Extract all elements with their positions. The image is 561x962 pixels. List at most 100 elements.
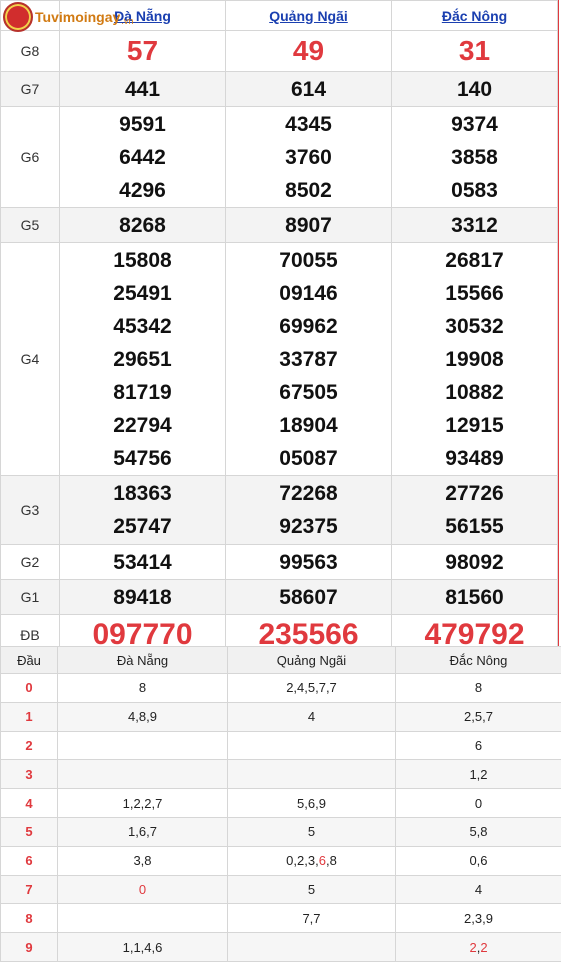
loto-highlight-digit: 6	[319, 853, 326, 868]
loto-head-digit: 1	[1, 702, 58, 731]
loto-cell: 2,5,7	[396, 702, 561, 731]
prize-number: 05087	[226, 442, 391, 475]
prize-cell: 8907	[226, 208, 392, 243]
prize-number: 70055	[226, 244, 391, 277]
prize-cell: 8268	[60, 208, 226, 243]
loto-cell: 0,2,3,6,8	[228, 846, 396, 875]
loto-cell	[58, 904, 228, 933]
loto-row: 082,4,5,7,78	[1, 674, 561, 703]
prize-number: 98092	[392, 546, 557, 579]
loto-head-digit: 8	[1, 904, 58, 933]
prize-number: 15808	[60, 244, 225, 277]
loto-cell	[58, 731, 228, 760]
loto-cell: 0,6	[396, 846, 561, 875]
prize-cell: 15808254914534229651817192279454756	[60, 243, 226, 476]
prize-cell: 1836325747	[60, 476, 226, 545]
loto-cell: 0	[396, 789, 561, 818]
results-panel: Đà Nẵng Quảng Ngãi Đắc Nông G8574931G744…	[0, 0, 559, 656]
loto-header-row: Đầu Đà Nẵng Quảng Ngãi Đắc Nông	[1, 647, 561, 674]
prize-number: 67505	[226, 376, 391, 409]
province-link-1[interactable]: Quảng Ngãi	[269, 8, 348, 24]
prize-cell: 26817155663053219908108821291593489	[392, 243, 558, 476]
prize-cell: 959164424296	[60, 107, 226, 208]
prize-cell: 140	[392, 72, 558, 107]
prize-number: 18363	[60, 477, 225, 510]
prize-row: G415808254914534229651817192279454756700…	[1, 243, 558, 476]
prize-number: 3312	[392, 209, 557, 242]
loto-head-digit: 9	[1, 933, 58, 962]
prize-number: 58607	[226, 581, 391, 614]
loto-cell: 5	[228, 875, 396, 904]
prize-number: 09146	[226, 277, 391, 310]
prize-cell: 99563	[226, 545, 392, 580]
loto-head-digit: 7	[1, 875, 58, 904]
prize-number: 6442	[60, 141, 225, 174]
prize-number: 3760	[226, 141, 391, 174]
prize-cell: 31	[392, 31, 558, 72]
prize-number: 140	[392, 73, 557, 106]
prize-number: 4296	[60, 174, 225, 207]
logo-badge-icon	[3, 2, 33, 32]
prize-number: 72268	[226, 477, 391, 510]
prize-number: 3858	[392, 141, 557, 174]
loto-cell: 5,6,9	[228, 789, 396, 818]
prize-number: 29651	[60, 343, 225, 376]
loto-row: 14,8,942,5,7	[1, 702, 561, 731]
loto-header: Quảng Ngãi	[228, 647, 396, 674]
loto-cell: 8	[58, 674, 228, 703]
province-link-2[interactable]: Đắc Nông	[442, 8, 507, 24]
prize-number: 12915	[392, 409, 557, 442]
prize-number: 8502	[226, 174, 391, 207]
prize-label: G3	[1, 476, 60, 545]
site-logo[interactable]: Tuvimoingay .vn	[3, 2, 133, 32]
loto-cell: 0	[58, 875, 228, 904]
loto-highlight-digit: 0	[139, 882, 146, 897]
loto-row: 51,6,755,8	[1, 817, 561, 846]
province-header[interactable]: Quảng Ngãi	[226, 1, 392, 31]
prize-number: 89418	[60, 581, 225, 614]
loto-cell: 2,2	[396, 933, 561, 962]
prize-cell: 98092	[392, 545, 558, 580]
prize-number: 27726	[392, 477, 557, 510]
prize-row: G8574931	[1, 31, 558, 72]
loto-head-digit: 0	[1, 674, 58, 703]
prize-cell: 49	[226, 31, 392, 72]
loto-cell	[58, 760, 228, 789]
loto-cell: 3,8	[58, 846, 228, 875]
prize-number: 18904	[226, 409, 391, 442]
prize-number: 81719	[60, 376, 225, 409]
prize-row: G5826889073312	[1, 208, 558, 243]
prize-label: G7	[1, 72, 60, 107]
loto-header: Đắc Nông	[396, 647, 561, 674]
loto-table: Đầu Đà Nẵng Quảng Ngãi Đắc Nông 082,4,5,…	[0, 646, 561, 962]
loto-cell	[228, 760, 396, 789]
prize-label: G6	[1, 107, 60, 208]
prize-cell: 53414	[60, 545, 226, 580]
loto-panel: Đầu Đà Nẵng Quảng Ngãi Đắc Nông 082,4,5,…	[0, 646, 561, 962]
prize-number: 4345	[226, 108, 391, 141]
prize-row: G3183632574772268923752772656155	[1, 476, 558, 545]
loto-head-digit: 6	[1, 846, 58, 875]
prize-row: G7441614140	[1, 72, 558, 107]
prize-number: 15566	[392, 277, 557, 310]
loto-cell	[228, 933, 396, 962]
loto-highlight-digit: 2	[480, 940, 487, 955]
loto-row: 7 0 54	[1, 875, 561, 904]
prize-number: 10882	[392, 376, 557, 409]
loto-row: 87,72,3,9	[1, 904, 561, 933]
loto-row: 26	[1, 731, 561, 760]
prize-number: 19908	[392, 343, 557, 376]
loto-cell: 1,6,7	[58, 817, 228, 846]
prize-cell: 434537608502	[226, 107, 392, 208]
logo-name: Tuvimoingay	[35, 9, 120, 25]
prize-cell: 614	[226, 72, 392, 107]
loto-cell: 4	[396, 875, 561, 904]
prize-number: 49	[226, 31, 391, 71]
prize-cell: 441	[60, 72, 226, 107]
prize-number: 22794	[60, 409, 225, 442]
prize-number: 26817	[392, 244, 557, 277]
prize-number: 9374	[392, 108, 557, 141]
prize-label: G1	[1, 580, 60, 615]
prize-number: 93489	[392, 442, 557, 475]
province-header[interactable]: Đắc Nông	[392, 1, 558, 31]
